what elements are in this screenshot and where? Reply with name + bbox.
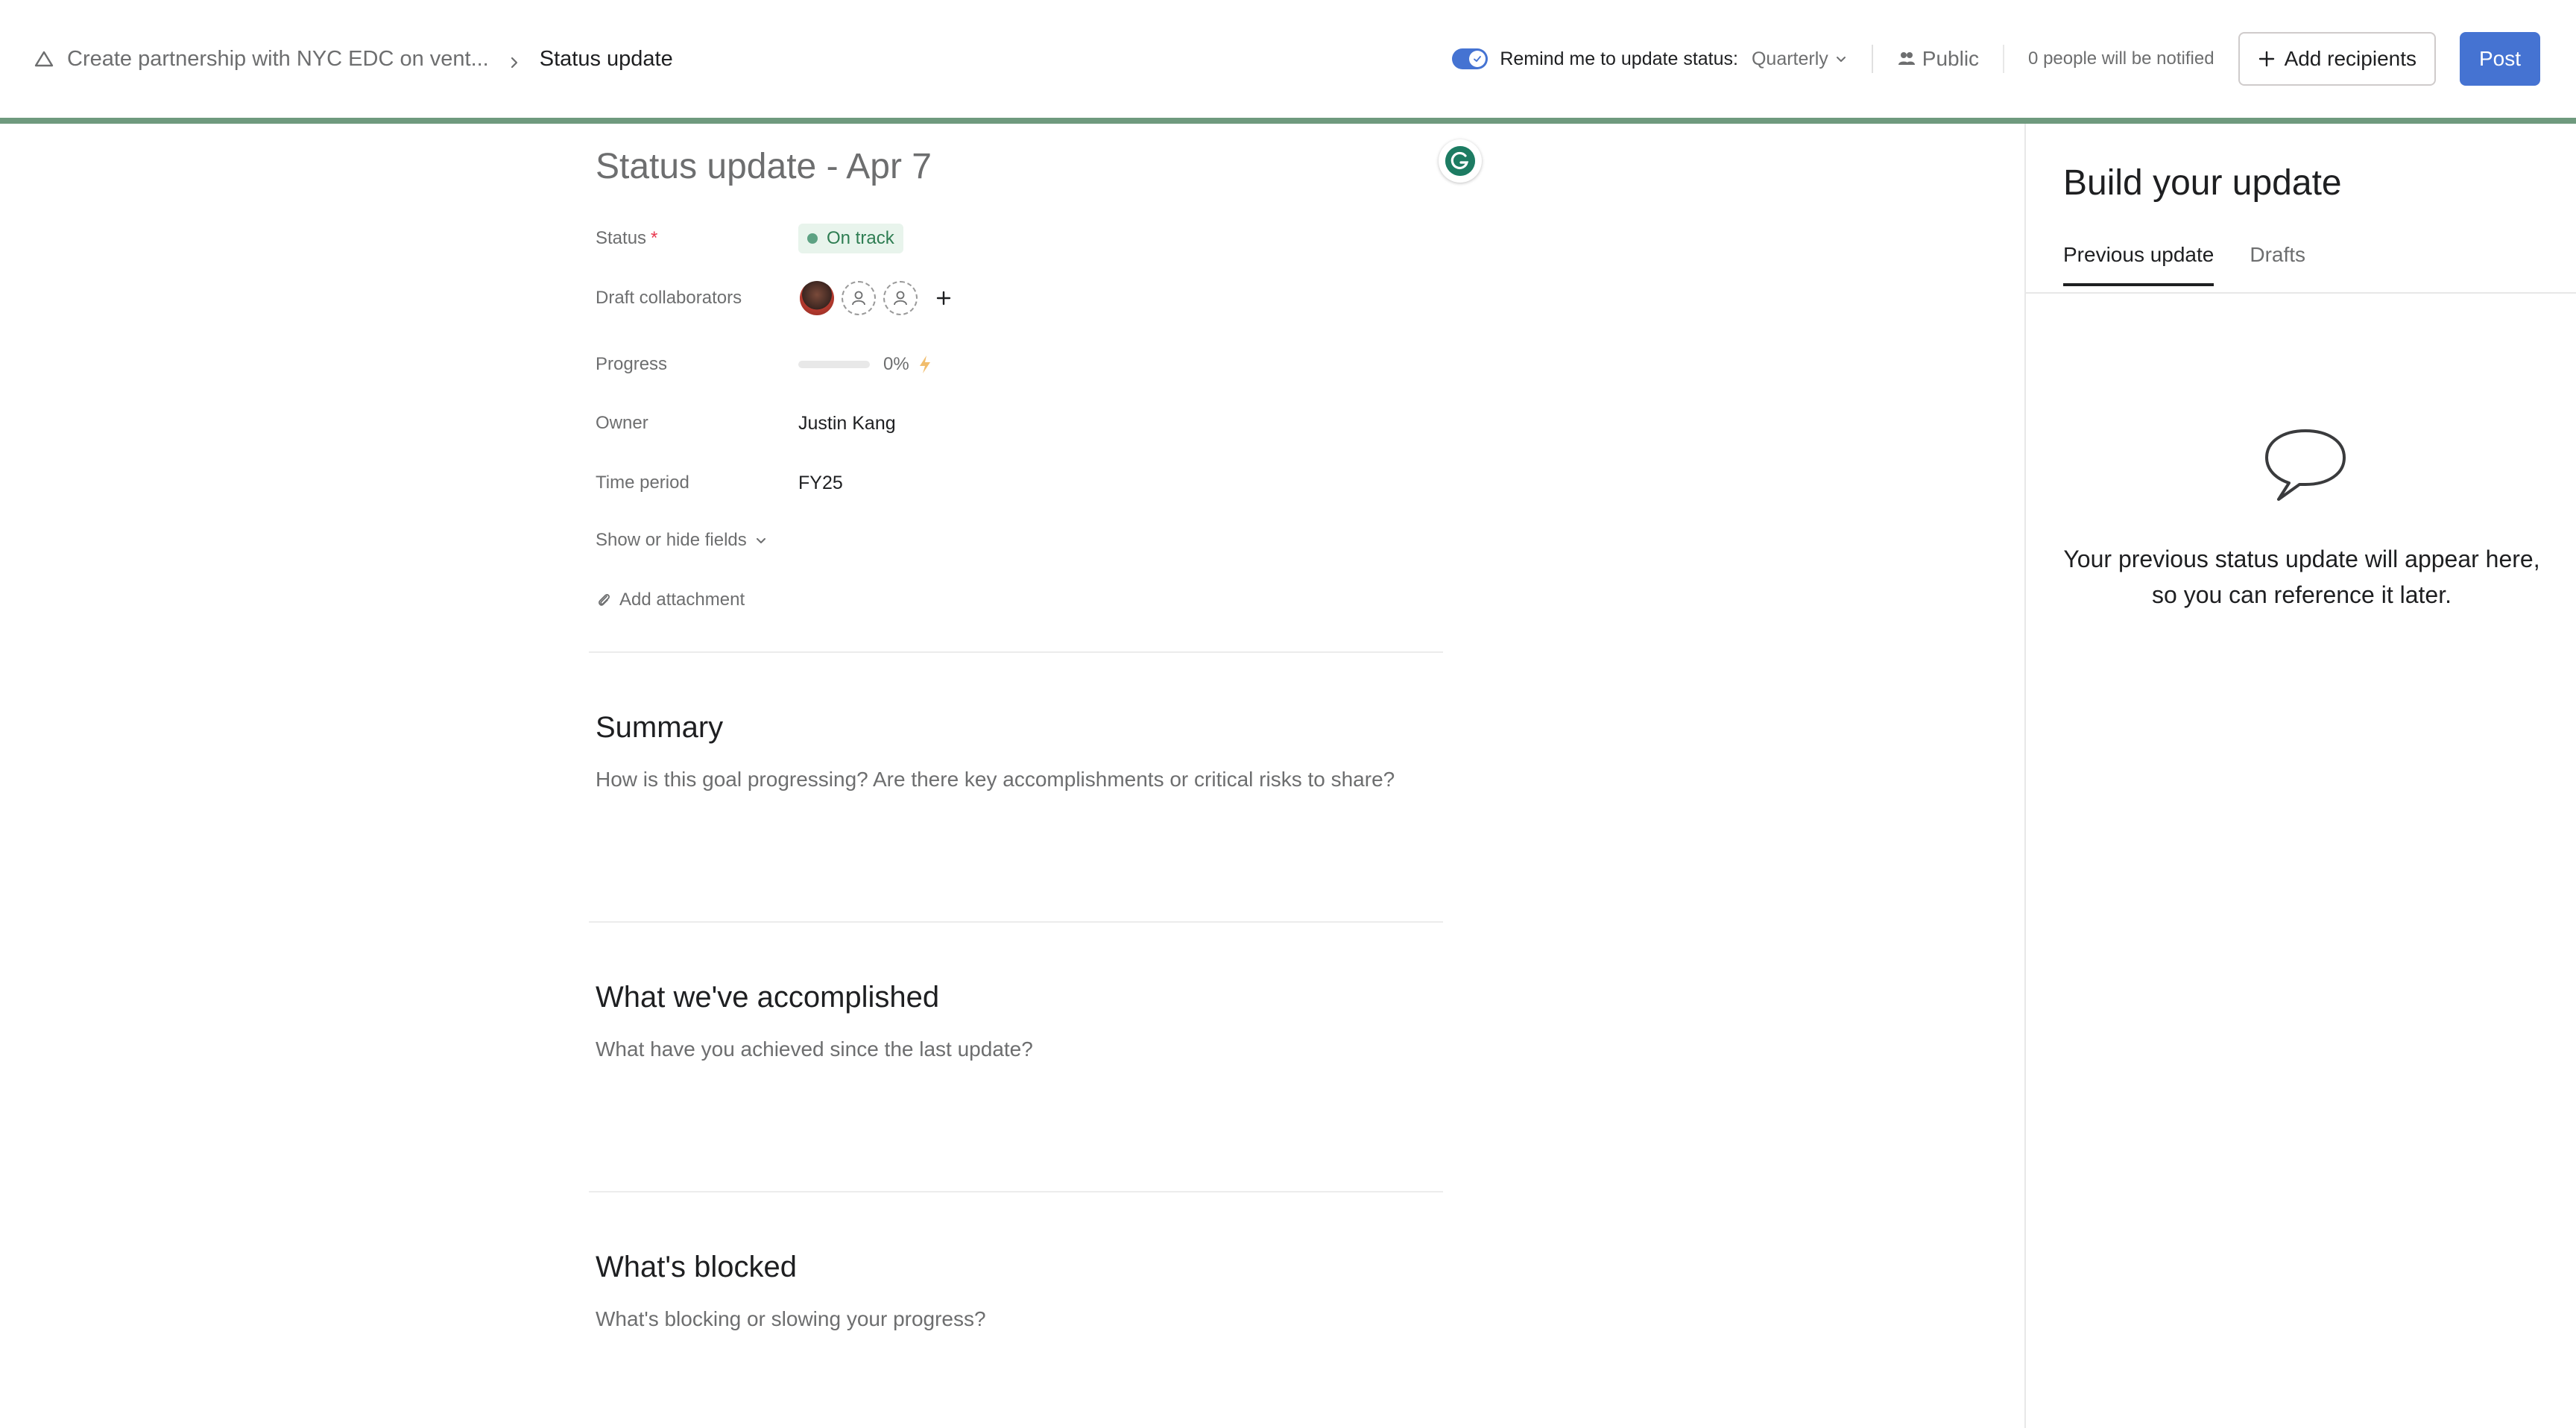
remind-toggle[interactable] [1452, 48, 1489, 69]
time-period-label: Time period [596, 473, 689, 493]
summary-input[interactable]: How is this goal progressing? Are there … [596, 768, 1395, 792]
frequency-value: Quarterly [1751, 48, 1828, 69]
plus-icon [2258, 51, 2274, 67]
empty-state-message: Your previous status update will appear … [2063, 546, 2540, 608]
people-icon [1898, 52, 1915, 65]
add-recipients-label: Add recipients [2284, 47, 2416, 70]
build-update-panel: Build your update Previous update Drafts… [2024, 124, 2576, 1428]
add-collaborator-plus-icon[interactable] [934, 288, 953, 308]
add-attachment-button[interactable]: Add attachment [596, 590, 745, 610]
paperclip-icon [599, 594, 610, 606]
visibility-button[interactable]: Public [1897, 47, 1979, 71]
panel-tabs: Previous update Drafts [2063, 243, 2341, 286]
divider [589, 1191, 1443, 1192]
owner-value[interactable]: Justin Kang [798, 413, 896, 435]
empty-avatar-icon[interactable] [842, 281, 876, 315]
progress-label: Progress [596, 354, 668, 374]
progress-value: 0% [883, 354, 909, 374]
tab-drafts[interactable]: Drafts [2250, 243, 2305, 286]
lightning-icon[interactable] [917, 354, 933, 375]
update-title-input[interactable]: Status update - Apr 7 [596, 146, 932, 187]
progress-field: Progress 0% [596, 342, 933, 387]
blocked-heading: What's blocked [596, 1251, 797, 1283]
add-recipients-button[interactable]: Add recipients [2238, 32, 2436, 86]
notified-count: 0 people will be notified [2003, 45, 2214, 73]
breadcrumb-goal-link[interactable]: Create partnership with NYC EDC on vent.… [67, 47, 489, 72]
status-value: On track [827, 228, 894, 248]
accomplished-input[interactable]: What have you achieved since the last up… [596, 1037, 1033, 1061]
visibility-label: Public [1922, 47, 1980, 70]
divider [589, 651, 1443, 653]
collaborator-avatars [800, 281, 953, 315]
chevron-right-icon [507, 51, 522, 69]
status-pill[interactable]: On track [798, 224, 903, 253]
tab-previous-update[interactable]: Previous update [2063, 243, 2214, 286]
grammarly-icon[interactable] [1439, 139, 1482, 183]
collaborators-field: Draft collaborators [596, 276, 953, 320]
avatar[interactable] [800, 281, 834, 315]
divider [589, 921, 1443, 923]
breadcrumb-current: Status update [539, 46, 673, 71]
status-label: Status * [596, 228, 658, 248]
check-icon [1469, 51, 1486, 67]
frequency-dropdown[interactable]: Quarterly [1752, 48, 1848, 70]
post-button[interactable]: Post [2460, 32, 2540, 86]
breadcrumb: Create partnership with NYC EDC on vent.… [33, 47, 673, 72]
status-field: Status * On track [596, 216, 903, 261]
time-period-value[interactable]: FY25 [798, 473, 843, 494]
empty-avatar-icon[interactable] [883, 281, 918, 315]
show-hide-label: Show or hide fields [596, 530, 747, 550]
blocked-input[interactable]: What's blocking or slowing your progress… [596, 1307, 986, 1331]
summary-heading: Summary [596, 711, 724, 744]
remind-label: Remind me to update status: [1500, 48, 1738, 69]
status-dot [807, 233, 818, 244]
chevron-down-icon [756, 538, 765, 543]
time-period-field: Time period FY25 [596, 461, 843, 505]
accomplished-heading: What we've accomplished [596, 981, 940, 1014]
goal-icon [33, 48, 55, 70]
progress-bar[interactable] [798, 361, 870, 368]
show-hide-fields-button[interactable]: Show or hide fields [596, 530, 768, 551]
owner-field: Owner Justin Kang [596, 401, 896, 446]
add-attachment-label: Add attachment [619, 590, 745, 610]
header-actions: Remind me to update status: Quarterly Pu… [1452, 0, 2540, 118]
owner-label: Owner [596, 413, 648, 433]
tabs-divider [2026, 292, 2576, 294]
speech-bubble-icon [2261, 426, 2350, 508]
chevron-down-icon [1836, 57, 1846, 62]
header-divider [0, 118, 2576, 124]
collaborators-label: Draft collaborators [596, 288, 742, 308]
top-bar: Create partnership with NYC EDC on vent.… [0, 0, 2576, 118]
panel-title: Build your update [2063, 163, 2342, 203]
divider [1871, 45, 1873, 73]
